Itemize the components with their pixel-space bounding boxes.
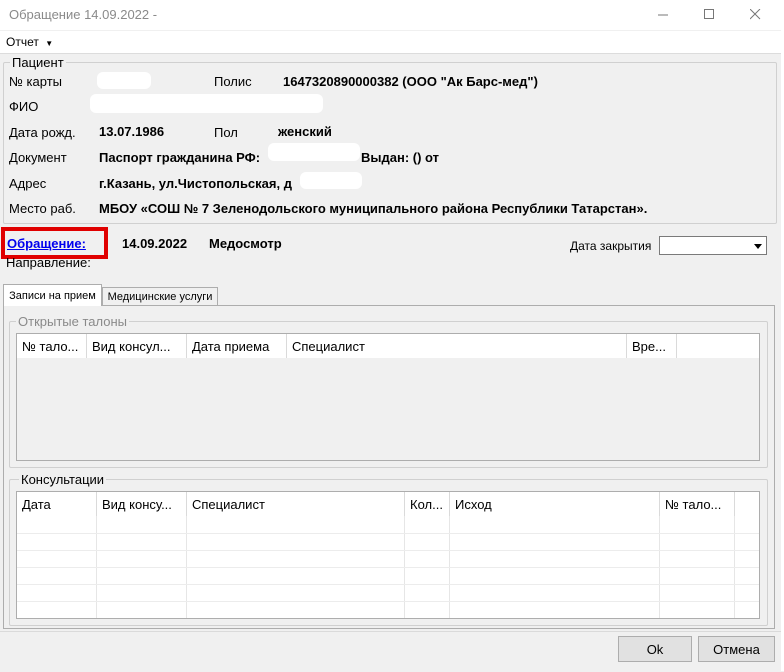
column-header[interactable]: Кол... (405, 492, 450, 516)
tab-appointments[interactable]: Записи на прием (3, 284, 102, 306)
appeal-window: Обращение 14.09.2022 - Отчет ▼ Пациент №… (0, 0, 782, 672)
sex-value: женский (278, 124, 332, 139)
title-bar: Обращение 14.09.2022 - (0, 0, 781, 30)
maximize-button[interactable] (686, 0, 732, 30)
column-header[interactable]: Вид консул... (87, 334, 187, 358)
minimize-button[interactable] (640, 0, 686, 30)
column-header[interactable]: Дата приема (187, 334, 287, 358)
minimize-icon (657, 8, 669, 23)
consultations-table[interactable]: Дата Вид консу... Специалист Кол... Исхо… (16, 491, 760, 619)
dropdown-arrow-icon[interactable] (752, 240, 764, 252)
card-label: № карты (9, 74, 63, 89)
tab-appointments-label: Записи на прием (9, 289, 96, 302)
address-value: г.Казань, ул.Чистопольская, д (99, 176, 292, 191)
menu-bar: Отчет ▼ (0, 31, 781, 54)
document-label: Документ (9, 150, 67, 165)
column-header[interactable]: Специалист (187, 492, 405, 516)
work-label: Место раб. (9, 201, 76, 216)
address-label: Адрес (9, 176, 47, 191)
open-tickets-title: Открытые талоны (16, 314, 129, 329)
fio-label: ФИО (9, 99, 39, 114)
appeal-link[interactable]: Обращение: (7, 236, 86, 251)
open-tickets-body (17, 358, 759, 460)
issued-value: Выдан: () от (361, 150, 440, 165)
column-header[interactable]: № тало... (660, 492, 735, 516)
column-header[interactable]: Исход (450, 492, 660, 516)
appeal-date: 14.09.2022 (122, 236, 188, 251)
cancel-button-label: Отмена (713, 641, 760, 657)
sex-label: Пол (214, 125, 238, 140)
chevron-down-icon: ▼ (45, 39, 54, 48)
patient-group-title: Пациент (10, 55, 66, 70)
report-menu[interactable]: Отчет ▼ (6, 35, 53, 49)
window-title: Обращение 14.09.2022 - (9, 7, 158, 22)
column-header[interactable]: Вре... (627, 334, 677, 358)
policy-value: 1647320890000382 (ООО "Ак Барс-мед") (283, 74, 538, 89)
ok-button-label: Ok (646, 641, 664, 657)
open-tickets-table[interactable]: № тало... Вид консул... Дата приема Спец… (16, 333, 760, 461)
direction-label: Направление: (6, 255, 91, 270)
appeal-type: Медосмотр (209, 236, 282, 251)
birth-label: Дата рожд. (9, 125, 76, 140)
report-menu-label: Отчет (6, 35, 39, 49)
close-date-label: Дата закрытия (570, 239, 652, 253)
document-number-redacted (268, 143, 360, 161)
address-house-redacted (300, 172, 362, 189)
birth-value: 13.07.1986 (99, 124, 165, 139)
column-header[interactable]: Дата (17, 492, 97, 516)
consultations-title: Консультации (19, 472, 107, 487)
card-value-redacted (97, 72, 151, 89)
ok-button[interactable]: Ok (618, 636, 692, 662)
column-header[interactable]: № тало... (17, 334, 87, 358)
tab-medical-services[interactable]: Медицинские услуги (102, 287, 218, 306)
fio-value-redacted (90, 94, 323, 113)
document-value: Паспорт гражданина РФ: (99, 150, 261, 165)
close-date-picker[interactable] (659, 236, 767, 255)
close-button[interactable] (732, 0, 778, 30)
close-icon (749, 8, 761, 23)
work-value: МБОУ «СОШ № 7 Зеленодольского муниципаль… (99, 201, 648, 216)
policy-label: Полис (214, 74, 252, 89)
tab-medical-services-label: Медицинские услуги (107, 291, 213, 303)
column-header[interactable]: Вид консу... (97, 492, 187, 516)
column-header[interactable]: Специалист (287, 334, 627, 358)
maximize-icon (703, 8, 715, 23)
consultations-body (17, 516, 759, 618)
cancel-button[interactable]: Отмена (698, 636, 775, 662)
